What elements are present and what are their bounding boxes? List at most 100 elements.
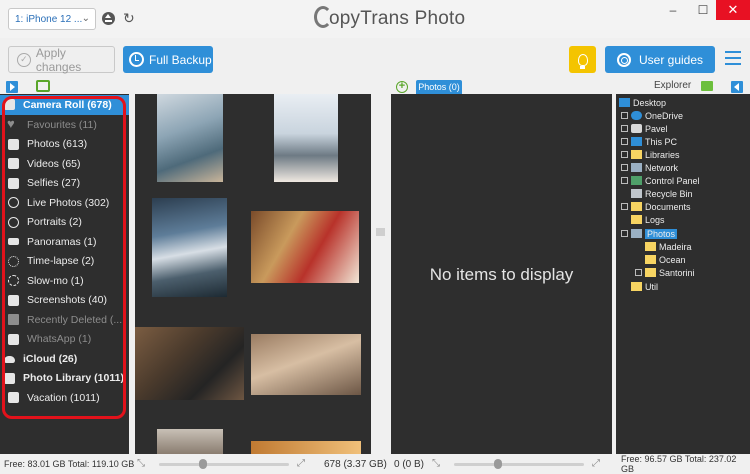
device-select[interactable]: 1: iPhone 12 ... ⌄ [8,8,96,30]
tree-item-ocean[interactable]: Ocean [635,253,686,266]
photo-thumbnail[interactable] [251,334,361,395]
tree-item-photos[interactable]: Photos [621,227,678,240]
explorer-label: Explorer [654,80,692,91]
hamburger-menu-icon[interactable] [725,51,741,65]
tree-item-recycle-bin[interactable]: Recycle Bin [621,187,693,200]
album-label: Portraits (2) [27,216,82,229]
tree-item-documents[interactable]: Documents [621,200,691,213]
tree-item-network[interactable]: Network [621,161,678,174]
photo-grid[interactable] [135,94,371,454]
album-label: Panoramas (1) [27,235,97,248]
expand-box-icon[interactable] [621,177,628,184]
zoom-slider[interactable]: ⤡ ⤢ [432,458,612,470]
tree-item-desktop[interactable]: Desktop [619,96,666,109]
album-label: WhatsApp (1) [27,333,92,346]
tree-item-pavel[interactable]: Pavel [621,122,668,135]
folder-icon [631,215,642,224]
drop-pane[interactable]: No items to display [391,94,612,454]
trash-icon [8,314,19,326]
album-label: Live Photos (302) [27,196,110,209]
album-item-time-lapse[interactable]: Time-lapse (2) [0,252,129,272]
expand-box-icon[interactable] [621,125,628,132]
tree-label: Desktop [633,97,667,108]
new-album-icon[interactable] [36,80,50,92]
expand-box-icon[interactable] [621,203,628,210]
minimize-button[interactable]: – [658,0,688,20]
apply-changes-button[interactable]: ✓ Apply changes [8,46,115,74]
maximize-button[interactable]: ☐ [688,0,718,20]
zoom-track[interactable] [159,463,289,466]
album-item-live-photos[interactable]: Live Photos (302) [0,193,129,213]
drop-count-status: 0 (0 B) [394,458,425,470]
album-item-camera-roll[interactable]: Camera Roll (678) [0,95,129,115]
tree-item-libraries[interactable]: Libraries [621,148,680,161]
album-label: Photos (613) [27,138,88,151]
refresh-icon[interactable]: ↻ [123,10,135,27]
expand-box-icon[interactable] [621,112,628,119]
album-item-slow-mo[interactable]: Slow-mo (1) [0,271,129,291]
photo-thumbnail[interactable] [152,198,227,297]
tree-label: Santorini [659,267,695,278]
photo-thumbnail[interactable] [274,94,338,182]
source-item-icloud[interactable]: iCloud (26) [0,349,129,369]
zoom-knob[interactable] [199,459,207,469]
tree-item-this-pc[interactable]: This PC [621,135,677,148]
splitter-handle[interactable] [376,228,385,236]
expand-box-icon[interactable] [635,269,642,276]
tree-item-logs[interactable]: Logs [621,213,665,226]
tree-item-santorini[interactable]: Santorini [635,266,695,279]
portrait-icon [8,216,19,228]
network-icon [631,163,642,172]
live-photo-icon [8,197,19,209]
expand-box-icon[interactable] [621,138,628,145]
collapse-right-icon[interactable] [731,81,743,93]
camera-icon [4,372,15,384]
album-item-whatsapp[interactable]: WhatsApp (1) [0,330,129,350]
photo-thumbnail[interactable] [251,211,359,283]
expand-icon: ⤢ [592,458,600,469]
album-icon [8,333,19,345]
folder-icon[interactable] [701,81,713,91]
expand-icon: ⤢ [297,458,305,469]
tree-item-control-panel[interactable]: Control Panel [621,174,700,187]
close-button[interactable]: ✕ [716,0,750,20]
eject-icon[interactable] [102,12,115,25]
backup-clock-icon [129,52,144,67]
album-item-screenshots[interactable]: Screenshots (40) [0,291,129,311]
tips-button[interactable] [569,46,596,73]
album-item-selfies[interactable]: Selfies (27) [0,174,129,194]
title-bar: 1: iPhone 12 ... ⌄ ↻ opyTrans Photo – ☐ … [0,0,750,38]
tree-label: Util [645,281,658,292]
tree-item-util[interactable]: Util [621,280,658,293]
album-item-favourites[interactable]: Favourites (11) [0,115,129,135]
heart-icon [7,116,19,131]
photo-thumbnail[interactable] [157,429,223,454]
album-item-portraits[interactable]: Portraits (2) [0,213,129,233]
album-label: Vacation (1011) [27,391,100,404]
photo-thumbnail[interactable] [157,94,223,182]
pane-splitter[interactable] [371,94,391,454]
photo-thumbnail[interactable] [251,441,361,454]
tree-item-madeira[interactable]: Madeira [635,240,692,253]
album-label: Favourites (11) [27,118,97,131]
add-photos-icon[interactable]: + [396,81,408,93]
expand-box-icon[interactable] [621,151,628,158]
full-backup-button[interactable]: Full Backup [123,46,213,73]
expand-box-icon[interactable] [621,230,628,237]
zoom-slider[interactable]: ⤡ ⤢ [137,458,317,470]
lifebuoy-icon [617,52,631,67]
album-item-panoramas[interactable]: Panoramas (1) [0,232,129,252]
tree-item-onedrive[interactable]: OneDrive [621,109,683,122]
tab-photos[interactable]: Photos (0) [416,80,462,95]
album-item-photos[interactable]: Photos (613) [0,135,129,155]
album-item-videos[interactable]: Videos (65) [0,154,129,174]
album-item-vacation[interactable]: Vacation (1011) [0,388,129,408]
expand-box-icon[interactable] [621,164,628,171]
album-item-recently-deleted[interactable]: Recently Deleted (... [0,310,129,330]
photo-thumbnail[interactable] [135,327,244,400]
user-guides-button[interactable]: User guides [605,46,715,73]
zoom-knob[interactable] [494,459,502,469]
zoom-track[interactable] [454,463,584,466]
source-item-photo-library[interactable]: Photo Library (1011) [0,369,129,389]
collapse-left-icon[interactable] [6,81,18,93]
